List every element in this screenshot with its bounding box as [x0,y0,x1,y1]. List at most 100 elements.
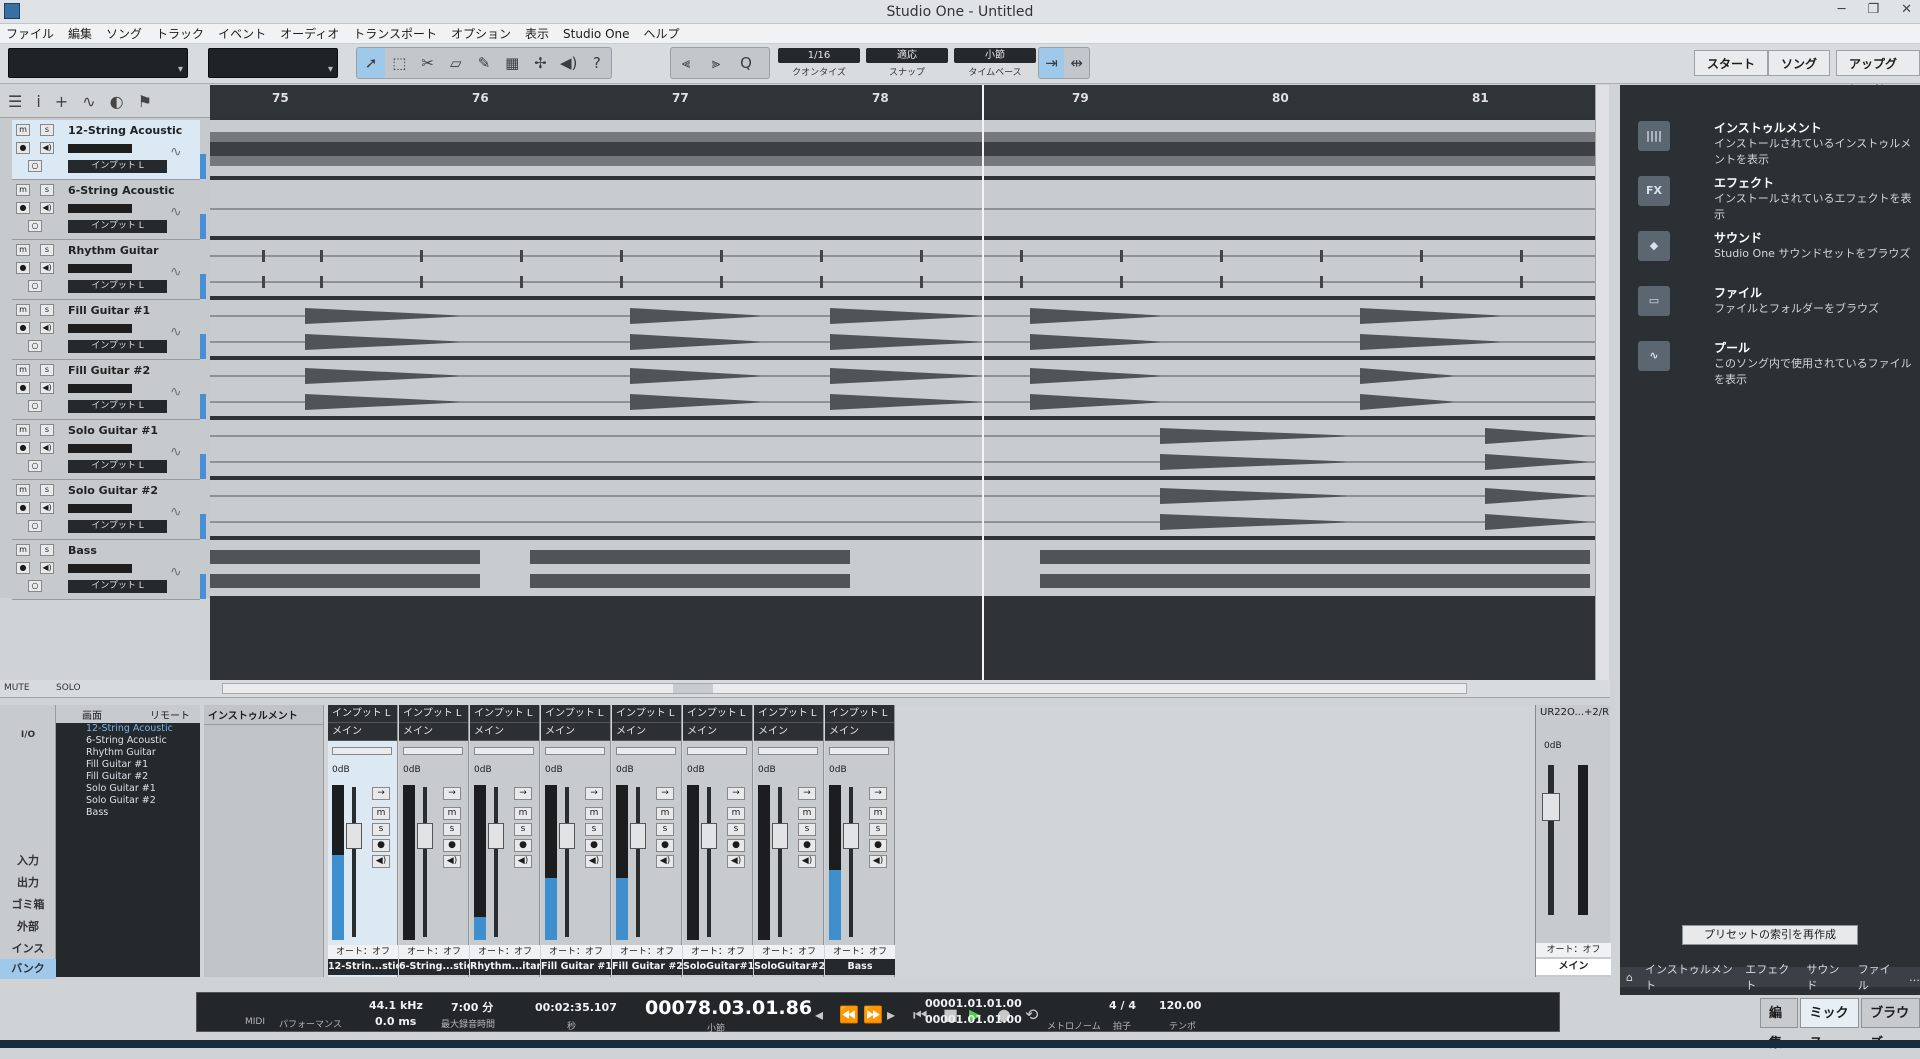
monitor-button[interactable]: ◀) [40,502,54,514]
automation-mode[interactable]: オート：オフ [683,945,753,959]
mixer-channel[interactable]: インプット L メイン 0dB → m s ● ◀) オート：オフ Fill Guitar #1 [541,705,611,977]
record-button[interactable]: ● [727,839,745,852]
menu-help[interactable]: ヘルプ [644,25,680,42]
menu-options[interactable]: オプション [451,25,511,42]
channel-output[interactable]: メイン [683,723,752,741]
channel-input[interactable]: インプット L [328,705,397,723]
record-button[interactable]: ● [585,839,603,852]
track-volume[interactable] [68,564,132,573]
list-item[interactable]: Rhythm Guitar [86,747,200,759]
list-item[interactable]: Solo Guitar #1 [86,783,200,795]
track-input[interactable]: インプット L [68,460,167,473]
channel-input[interactable]: インプット L [399,705,468,723]
pan-slider[interactable] [829,747,889,755]
channel-output[interactable]: メイン [541,723,610,741]
send-icon[interactable]: → [443,787,461,800]
channel-input[interactable]: インプット L [541,705,610,723]
channel-input[interactable]: インプット L [683,705,752,723]
monitor-button[interactable]: ◀) [656,855,674,868]
audio-event[interactable] [210,302,1595,356]
track-volume[interactable] [68,204,132,213]
solo-button[interactable]: s [40,364,54,376]
io-button[interactable]: I/O [0,725,56,745]
track-header[interactable]: m s ● ◀) ○ Solo Guitar #1 インプット L ∿ [12,420,206,480]
menu-transport[interactable]: トランスポート [353,25,437,42]
instrument-button[interactable]: インスト... [0,939,56,975]
browser-files[interactable]: ▭ ファイル ファイルとフォルダーをブラウズ [1638,282,1918,322]
automation-mode[interactable]: オート：オフ [612,945,682,959]
monitor-button[interactable]: ◀) [40,262,54,274]
list-item[interactable]: Fill Guitar #2 [86,771,200,783]
track-input[interactable]: インプット L [68,580,167,593]
pan-slider[interactable] [474,747,534,755]
browser-sounds[interactable]: ◆ サウンド Studio One サウンドセットをブラウズ [1638,227,1918,267]
main-automation[interactable]: オート：オフ [1536,943,1611,957]
solo-button[interactable]: s [869,823,887,836]
automation-mode[interactable]: オート：オフ [470,945,540,959]
track-input[interactable]: インプット L [68,220,167,233]
audio-event[interactable] [210,482,1595,536]
track-volume[interactable] [68,384,132,393]
pan-slider[interactable] [545,747,605,755]
list-item[interactable]: 6-String Acoustic [86,735,200,747]
monitor-button[interactable]: ◀) [727,855,745,868]
edit-view-button[interactable]: 編集 [1760,998,1799,1051]
solo-button[interactable]: s [656,823,674,836]
vertical-scrollbar[interactable] [1595,85,1609,680]
track-volume[interactable] [68,504,132,513]
browser-instruments[interactable]: |||| インストゥルメント インストールされているインストゥルメントを表示 [1638,117,1918,166]
channel-input[interactable]: インプット L [612,705,681,723]
mute-button[interactable]: m [514,807,532,820]
marker-icon[interactable]: ⚑ [138,92,152,111]
timebase-box[interactable]: 小節 タイムベース [954,48,1036,78]
track-lane[interactable] [210,420,1595,478]
mute-button[interactable]: m [372,807,390,820]
monitor-button[interactable]: ◀) [40,202,54,214]
timebase-button[interactable]: ○ [28,520,42,532]
main-fader[interactable] [1542,793,1560,821]
volume-fader[interactable] [630,823,646,849]
menu-icon[interactable]: ☰ [8,92,22,111]
audio-event[interactable] [210,422,1595,476]
channel-output[interactable]: メイン [825,723,894,741]
mute-button[interactable]: m [16,424,30,436]
track-lane[interactable] [210,300,1595,358]
mute-button[interactable]: m [16,544,30,556]
nudge-left-icon[interactable]: ⫷ [671,48,701,78]
autoscroll-icon[interactable]: ⇥ [1039,48,1064,78]
automation-mode[interactable]: オート：オフ [754,945,824,959]
solo-button[interactable]: s [40,124,54,136]
output-button[interactable]: 出力 [0,873,56,893]
track-input[interactable]: インプット L [68,160,167,173]
output-combo[interactable] [208,48,338,78]
mute-button[interactable]: m [727,807,745,820]
solo-button[interactable]: s [40,484,54,496]
monitor-button[interactable]: ◀) [40,382,54,394]
record-button[interactable]: ● [869,839,887,852]
menu-track[interactable]: トラック [156,25,204,42]
pan-slider[interactable] [403,747,463,755]
nudge-split-icon[interactable]: ⫸ [701,48,731,78]
list-item[interactable]: 12-String Acoustic [86,723,200,735]
mixer-channel[interactable]: インプット L メイン 0dB → m s ● ◀) オート：オフ 6-String...stic [399,705,469,977]
menu-song[interactable]: ソング [106,25,142,42]
timebase-button[interactable]: ○ [28,220,42,232]
monitor-button[interactable]: ◀) [40,142,54,154]
close-button[interactable]: ✕ [1901,2,1912,17]
range-tool-icon[interactable]: ⬚ [385,48,413,78]
quantize-q-icon[interactable]: Q [731,48,761,78]
monitor-button[interactable]: ◀) [869,855,887,868]
bank-button[interactable]: バンク [0,959,56,979]
list-item[interactable]: Bass [86,807,200,819]
audio-event[interactable] [210,122,1595,176]
fast-forward-icon[interactable]: ⏩ [863,1005,883,1024]
solo-button[interactable]: s [798,823,816,836]
channel-input[interactable]: インプット L [754,705,823,723]
forward-icon[interactable]: ▸ [887,1005,895,1024]
mute-button[interactable]: m [443,807,461,820]
solo-button[interactable]: s [585,823,603,836]
record-button[interactable]: ● [16,442,30,454]
solo-button[interactable]: s [443,823,461,836]
mute-button[interactable]: m [16,304,30,316]
record-button[interactable]: ● [798,839,816,852]
